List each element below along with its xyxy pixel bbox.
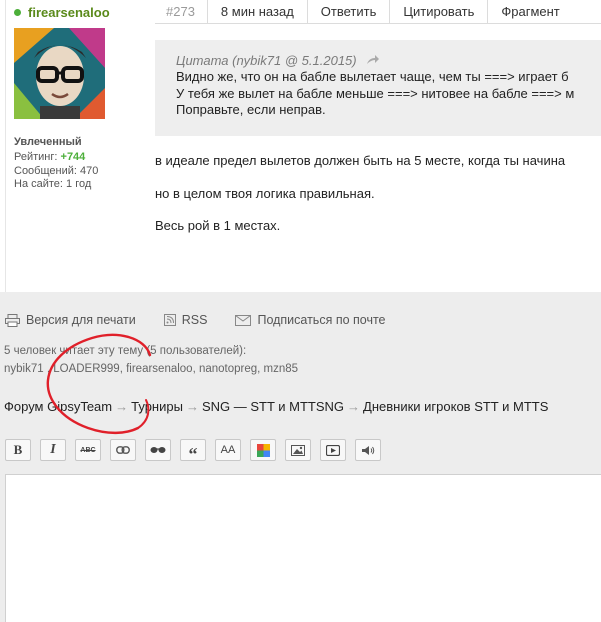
- quote-icon: “: [188, 443, 198, 464]
- breadcrumb: Форум GipsyTeam → Турниры → SNG — STT и MTTS…: [4, 399, 548, 414]
- post-time: 8 мин назад: [208, 0, 308, 23]
- author-on-site: На сайте: 1 год: [14, 178, 92, 190]
- author-name-row: firearsenaloo: [14, 4, 110, 20]
- link-button[interactable]: [110, 439, 136, 461]
- bold-button[interactable]: B: [5, 439, 31, 461]
- readers-summary: 5 человек читает эту тему (5 пользовател…: [4, 345, 247, 357]
- color-button[interactable]: [250, 439, 276, 461]
- post-text-line: Весь рой в 1 местах.: [155, 218, 281, 233]
- strikethrough-icon: ABC: [80, 446, 96, 454]
- reply-textarea[interactable]: [5, 474, 601, 622]
- quote-line: Поправьте, если неправ.: [176, 102, 326, 117]
- italic-button[interactable]: I: [40, 439, 66, 461]
- audio-button[interactable]: [355, 439, 381, 461]
- post-text-line: в идеале предел вылетов должен быть на 5…: [155, 153, 566, 168]
- mail-icon: [235, 314, 252, 326]
- breadcrumb-item-diaries[interactable]: Дневники игроков STT и MTTS: [363, 399, 548, 414]
- font-size-button[interactable]: AA: [215, 439, 241, 461]
- breadcrumb-separator: →: [347, 399, 361, 414]
- readers-list: nybik71 , LOADER999, firearsenaloo, nano…: [4, 363, 299, 375]
- author-messages: Сообщений: 470: [14, 165, 99, 177]
- italic-icon: I: [50, 442, 56, 457]
- post-action-bar: #273 8 мин назад Ответить Цитировать Фра…: [155, 0, 601, 24]
- print-version-link[interactable]: Версия для печати: [5, 313, 136, 327]
- post: firearsenaloo Увлеченный Рейтинг: +744 С…: [0, 0, 601, 292]
- quote-line: Видно же, что он на бабле вылетает чаще,…: [176, 69, 569, 84]
- rating-value: +744: [60, 151, 86, 163]
- strikethrough-button[interactable]: ABC: [75, 439, 101, 461]
- reply-button[interactable]: Ответить: [308, 0, 391, 23]
- bold-icon: B: [13, 442, 23, 457]
- image-button[interactable]: [285, 439, 311, 461]
- author-name-link[interactable]: firearsenaloo: [28, 5, 110, 20]
- editor-toolbar: B I ABC “ AA: [5, 439, 390, 464]
- glasses-icon: [150, 447, 166, 453]
- breadcrumb-separator: →: [185, 399, 199, 414]
- avatar-image: [14, 28, 105, 119]
- link-icon: [116, 446, 130, 454]
- post-number[interactable]: #273: [155, 0, 208, 23]
- quote-line: У тебя же вылет на бабле меньше ===> нит…: [176, 86, 575, 101]
- author-rank: Увлеченный: [14, 136, 82, 148]
- print-version-label: Версия для печати: [26, 313, 136, 327]
- font-size-icon: AA: [220, 444, 236, 456]
- rss-icon: [163, 314, 176, 326]
- video-button[interactable]: [320, 439, 346, 461]
- video-icon: [326, 444, 340, 456]
- breadcrumb-item-tournaments[interactable]: Турниры: [131, 399, 183, 414]
- quote-header: Цитата (nybik71 @ 5.1.2015): [176, 53, 380, 68]
- breadcrumb-item-forum[interactable]: Форум GipsyTeam: [4, 399, 112, 414]
- rating-label: Рейтинг:: [14, 151, 58, 163]
- quote-insert-button[interactable]: “: [180, 439, 206, 464]
- post-border: [5, 0, 6, 292]
- speaker-icon: [362, 445, 375, 455]
- printer-icon: [5, 313, 20, 327]
- color-palette-icon: [256, 443, 270, 457]
- avatar[interactable]: [14, 28, 105, 119]
- image-icon: [291, 444, 305, 456]
- spoiler-button[interactable]: [145, 439, 171, 461]
- breadcrumb-item-sng[interactable]: SNG — STT и MTTSNG: [202, 399, 344, 414]
- rss-label: RSS: [181, 313, 208, 327]
- author-rating: Рейтинг: +744: [14, 151, 85, 163]
- breadcrumb-separator: →: [115, 399, 129, 414]
- quote-header-text: Цитата (nybik71 @ 5.1.2015): [176, 53, 357, 68]
- subscribe-email-link[interactable]: Подписаться по почте: [235, 313, 386, 327]
- quote-button[interactable]: Цитировать: [390, 0, 489, 23]
- subscribe-email-label: Подписаться по почте: [257, 313, 386, 327]
- post-text-line: но в целом твоя логика правильная.: [155, 186, 375, 201]
- online-status-icon: [14, 8, 21, 16]
- go-to-quote-icon[interactable]: [366, 55, 380, 65]
- topic-tools: Версия для печати RSS Подписаться по поч…: [5, 313, 414, 327]
- fragment-button[interactable]: Фрагмент: [488, 0, 572, 23]
- rss-link[interactable]: RSS: [163, 313, 208, 327]
- quote-block: Цитата (nybik71 @ 5.1.2015) Видно же, чт…: [155, 40, 601, 136]
